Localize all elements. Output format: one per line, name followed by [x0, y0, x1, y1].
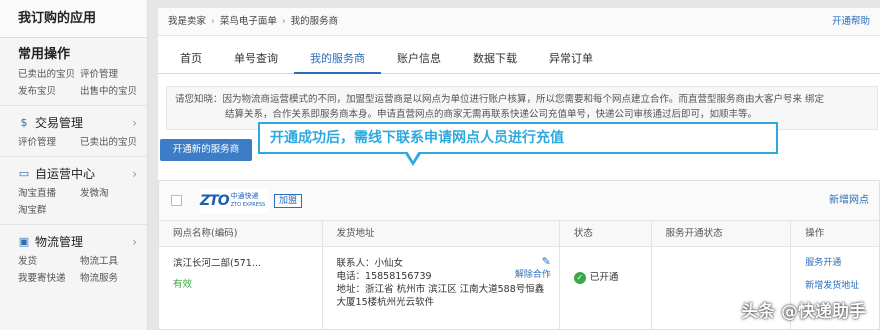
- chevron-right-icon[interactable]: ›: [132, 167, 137, 181]
- sidebar-link-ship[interactable]: 发货: [18, 255, 80, 269]
- sidebar-section-trade: $ 交易管理 › 评价管理 已卖出的宝贝: [0, 106, 147, 157]
- tab-tracking-query[interactable]: 单号查询: [218, 44, 294, 74]
- sidebar-section-logistics: ▣ 物流管理 › 发货 物流工具 我要寄快递 物流服务: [0, 225, 147, 292]
- column-header-actions: 操作: [805, 228, 825, 239]
- notice-line: 结算关系，合作关系即服务商本身。申请直营网点的商家无需再联系快递公司充值单号，快…: [225, 109, 758, 120]
- add-node-link[interactable]: 新增网点: [829, 181, 869, 221]
- sidebar-head-self-op[interactable]: ▭ 自运营中心: [0, 165, 147, 183]
- help-link[interactable]: 开通帮助: [832, 8, 870, 36]
- notice-line: 请您知晓：因为物流商运营模式的不同，加盟型运营商是以网点为单位进行账户核算，所以…: [175, 94, 825, 105]
- tab-home[interactable]: 首页: [164, 44, 218, 74]
- validity-badge: 有效: [173, 279, 193, 290]
- franchise-badge: 加盟: [274, 193, 303, 208]
- sidebar-head-logistics[interactable]: ▣ 物流管理: [0, 233, 147, 251]
- edit-icon[interactable]: ✎: [542, 255, 551, 268]
- unbind-link[interactable]: 解除合作: [515, 269, 551, 282]
- sidebar-link-logistics-service[interactable]: 物流服务: [80, 272, 142, 286]
- chevron-right-icon: ›: [281, 16, 286, 27]
- column-header-node: 网点名称(编码): [159, 221, 323, 246]
- sidebar-link-live[interactable]: 淘宝直播: [18, 187, 80, 201]
- sidebar-head-trade[interactable]: $ 交易管理: [0, 114, 147, 132]
- chat-icon: ▭: [18, 167, 30, 180]
- check-circle-icon: ✓: [573, 271, 586, 284]
- logistics-icon: ▣: [18, 235, 30, 248]
- tab-data-download[interactable]: 数据下载: [457, 44, 533, 74]
- breadcrumb-item-current: 我的服务商: [290, 16, 339, 27]
- breadcrumb-item-waybill[interactable]: 菜鸟电子面单: [220, 8, 277, 35]
- chevron-right-icon[interactable]: ›: [132, 116, 137, 130]
- table-header: 网点名称(编码) 发货地址 状态 服务开通状态 操作: [159, 221, 879, 247]
- tab-my-providers[interactable]: 我的服务商: [294, 44, 381, 74]
- status-badge: ✓ 已开通: [573, 271, 651, 284]
- sidebar-head-common: 常用操作: [18, 47, 71, 62]
- annotation-callout: 开通成功后，需线下联系申请网点人员进行充值: [258, 122, 778, 154]
- select-checkbox[interactable]: [171, 195, 182, 206]
- column-header-service-status: 服务开通状态: [652, 221, 792, 246]
- sidebar-link-weitao[interactable]: 发微淘: [80, 187, 142, 201]
- zto-logo: ZTO 中通快递 ZTO EXPRESS: [200, 188, 268, 213]
- watermark: 头条 @快递助手: [741, 302, 866, 322]
- sidebar-link-logistics-tools[interactable]: 物流工具: [80, 255, 142, 269]
- column-header-status: 状态: [560, 221, 652, 246]
- trade-icon: $: [20, 116, 28, 129]
- open-new-provider-button[interactable]: 开通新的服务商: [160, 139, 252, 161]
- main-panel: 我是卖家 › 菜鸟电子面单 › 我的服务商 开通帮助 首页 单号查询 我的服务商…: [158, 8, 880, 330]
- service-activate-link[interactable]: 服务开通: [805, 257, 879, 270]
- tab-account-info[interactable]: 账户信息: [381, 44, 457, 74]
- sidebar-link-send-express[interactable]: 我要寄快递: [18, 272, 80, 286]
- sidebar-link-group[interactable]: 淘宝群: [18, 204, 80, 218]
- sidebar-title: 我订购的应用: [0, 0, 147, 38]
- breadcrumb: 我是卖家 › 菜鸟电子面单 › 我的服务商: [158, 8, 880, 36]
- sidebar-link-onsale[interactable]: 出售中的宝贝: [80, 85, 142, 99]
- sidebar-section-common: 常用操作 已卖出的宝贝 评价管理 发布宝贝 出售中的宝贝: [0, 38, 147, 106]
- address-line: 大厦15楼杭州光云软件: [336, 297, 435, 308]
- provider-header: ZTO 中通快递 ZTO EXPRESS 加盟 新增网点: [159, 181, 879, 221]
- node-name: 滨江长河二部(571...: [173, 258, 261, 269]
- sidebar-link-sold[interactable]: 已卖出的宝贝: [18, 68, 80, 82]
- add-address-link[interactable]: 新增发货地址: [805, 280, 879, 293]
- chevron-right-icon: ›: [211, 16, 215, 27]
- sidebar-section-self-op: ▭ 自运营中心 › 淘宝直播 发微淘 淘宝群: [0, 157, 147, 225]
- chevron-right-icon[interactable]: ›: [132, 235, 137, 249]
- tab-bar: 首页 单号查询 我的服务商 账户信息 数据下载 异常订单: [158, 44, 880, 74]
- sidebar: 我订购的应用 常用操作 已卖出的宝贝 评价管理 发布宝贝 出售中的宝贝 $ 交易…: [0, 0, 148, 330]
- tab-exception-orders[interactable]: 异常订单: [533, 44, 609, 74]
- breadcrumb-item-seller[interactable]: 我是卖家: [168, 8, 206, 35]
- sidebar-link-reviews[interactable]: 评价管理: [80, 68, 142, 82]
- column-header-address: 发货地址: [323, 221, 560, 246]
- callout-pointer-inner: [407, 151, 419, 161]
- sidebar-link-publish[interactable]: 发布宝贝: [18, 85, 80, 99]
- sidebar-link-trade-sold[interactable]: 已卖出的宝贝: [80, 136, 142, 150]
- address-line: 地址：浙江省 杭州市 滨江区 江南大道588号恒鑫: [336, 284, 545, 295]
- sidebar-link-trade-reviews[interactable]: 评价管理: [18, 136, 80, 150]
